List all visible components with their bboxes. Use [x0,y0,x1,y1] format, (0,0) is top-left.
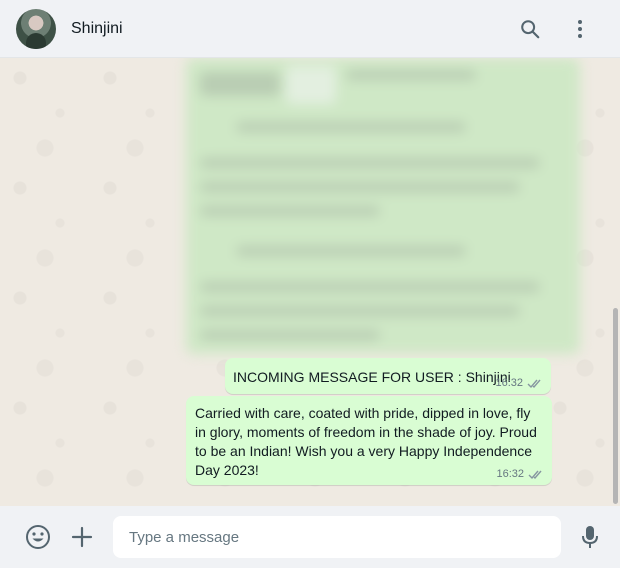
message-time: 16:32 [496,468,524,480]
scrollbar[interactable] [613,308,618,504]
plus-icon [71,526,93,548]
message-bubble[interactable]: Carried with care, coated with pride, di… [186,396,552,485]
more-vertical-icon [578,19,582,38]
message-meta: 16:32 [496,468,544,480]
blurred-message [186,58,580,354]
search-icon [521,19,540,38]
message-time: 16:32 [495,377,523,389]
message-text: Carried with care, coated with pride, di… [195,405,537,478]
menu-button[interactable] [560,9,600,49]
composer [0,506,620,568]
double-check-icon [528,470,542,479]
emoji-icon [26,525,50,549]
contact-name[interactable]: Shinjini [71,20,123,38]
header-actions [510,9,600,49]
message-bubble[interactable]: INCOMING MESSAGE FOR USER : Shinjini 16:… [225,358,551,394]
double-check-icon [527,379,541,388]
chat-header: Shinjini [0,0,620,58]
mic-button[interactable] [573,520,607,554]
mic-icon [582,526,598,548]
emoji-button[interactable] [21,520,55,554]
search-button[interactable] [510,9,550,49]
message-input[interactable] [113,516,561,558]
attach-button[interactable] [65,520,99,554]
avatar[interactable] [16,8,56,49]
message-text: INCOMING MESSAGE FOR USER : Shinjini [233,369,511,385]
message-list[interactable]: INCOMING MESSAGE FOR USER : Shinjini 16:… [0,58,620,506]
message-meta: 16:32 [495,377,543,389]
